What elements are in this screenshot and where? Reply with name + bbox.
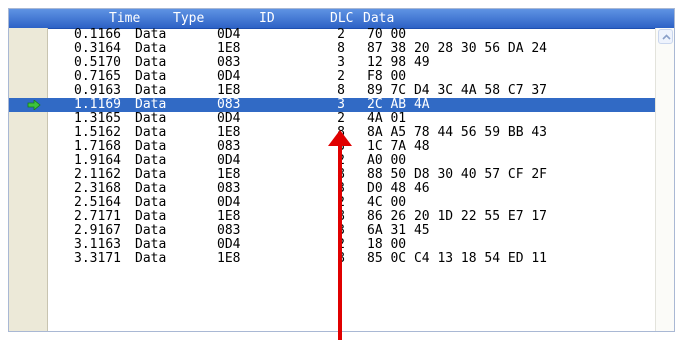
cell-time: 1.1169 [74, 97, 121, 112]
cell-type: Data [135, 41, 167, 56]
cell-data: 88 50 D8 30 40 57 CF 2F [367, 167, 548, 182]
table-header: Time Type ID DLC Data [9, 9, 674, 29]
table-row[interactable]: 0.5170 Data 083 3 12 98 49 [9, 56, 656, 70]
cell-time: 2.5164 [74, 195, 121, 210]
cell-id: 1E8 [217, 83, 241, 98]
cell-time: 0.9163 [74, 83, 121, 98]
cell-type: Data [135, 251, 167, 266]
cell-type: Data [135, 69, 167, 84]
green-arrow-right-icon [27, 100, 41, 110]
cell-dlc: 8 [337, 83, 345, 98]
cell-type: Data [135, 83, 167, 98]
cell-data: 85 0C C4 13 18 54 ED 11 [367, 251, 548, 266]
cell-type: Data [135, 27, 167, 42]
cell-data: 86 26 20 1D 22 55 E7 17 [367, 209, 548, 224]
cell-id: 1E8 [217, 251, 241, 266]
cell-type: Data [135, 167, 167, 182]
cell-type: Data [135, 223, 167, 238]
cell-data: 18 00 [367, 237, 407, 252]
cell-data: 2C AB 4A [367, 97, 430, 112]
cell-time: 1.9164 [74, 153, 121, 168]
cell-data: 89 7C D4 3C 4A 58 C7 37 [367, 83, 548, 98]
cell-type: Data [135, 181, 167, 196]
cell-dlc: 2 [337, 111, 345, 126]
cell-data: 87 38 20 28 30 56 DA 24 [367, 41, 548, 56]
cell-time: 1.3165 [74, 111, 121, 126]
table-row-selected[interactable]: 1.1169 Data 083 3 2C AB 4A [9, 98, 656, 112]
column-header-type[interactable]: Type [173, 9, 204, 28]
table-row[interactable]: 1.3165 Data 0D4 2 4A 01 [9, 112, 656, 126]
cell-id: 0D4 [217, 195, 241, 210]
chevron-up-icon [662, 34, 671, 40]
cell-type: Data [135, 195, 167, 210]
column-header-time[interactable]: Time [109, 9, 140, 28]
cell-time: 0.3164 [74, 41, 121, 56]
cell-id: 0D4 [217, 27, 241, 42]
cell-time: 0.5170 [74, 55, 121, 70]
cell-time: 0.1166 [74, 27, 121, 42]
cell-time: 3.1163 [74, 237, 121, 252]
cell-dlc: 3 [337, 97, 345, 112]
cell-type: Data [135, 209, 167, 224]
cell-data: 1C 7A 48 [367, 139, 430, 154]
cell-type: Data [135, 153, 167, 168]
cell-id: 0D4 [217, 69, 241, 84]
column-header-id[interactable]: ID [259, 9, 275, 28]
cell-id: 083 [217, 139, 241, 154]
table-row[interactable]: 0.3164 Data 1E8 8 87 38 20 28 30 56 DA 24 [9, 42, 656, 56]
table-row[interactable]: 0.7165 Data 0D4 2 F8 00 [9, 70, 656, 84]
cell-type: Data [135, 111, 167, 126]
scroll-up-button[interactable] [658, 29, 673, 44]
column-header-dlc[interactable]: DLC [330, 9, 353, 28]
cell-dlc: 3 [337, 55, 345, 70]
cell-time: 1.7168 [74, 139, 121, 154]
cell-id: 0D4 [217, 237, 241, 252]
cell-time: 2.7171 [74, 209, 121, 224]
cell-id: 083 [217, 55, 241, 70]
cell-type: Data [135, 139, 167, 154]
cell-time: 0.7165 [74, 69, 121, 84]
cell-type: Data [135, 125, 167, 140]
cell-time: 2.1162 [74, 167, 121, 182]
cell-data: 8A A5 78 44 56 59 BB 43 [367, 125, 548, 140]
cell-type: Data [135, 97, 167, 112]
table-row[interactable]: 0.9163 Data 1E8 8 89 7C D4 3C 4A 58 C7 37 [9, 84, 656, 98]
cell-data: 70 00 [367, 27, 407, 42]
cell-data: F8 00 [367, 69, 407, 84]
cell-id: 1E8 [217, 125, 241, 140]
cell-id: 0D4 [217, 111, 241, 126]
cell-id: 083 [217, 181, 241, 196]
vertical-scrollbar[interactable] [655, 28, 674, 331]
red-arrow-up-icon [328, 130, 352, 340]
cell-time: 2.3168 [74, 181, 121, 196]
cell-dlc: 2 [337, 69, 345, 84]
cell-data: 4C 00 [367, 195, 407, 210]
table-row[interactable]: 0.1166 Data 0D4 2 70 00 [9, 28, 656, 42]
cell-time: 1.5162 [74, 125, 121, 140]
cell-id: 1E8 [217, 167, 241, 182]
cell-dlc: 8 [337, 41, 345, 56]
cell-id: 0D4 [217, 153, 241, 168]
cell-data: 4A 01 [367, 111, 407, 126]
cell-data: D0 48 46 [367, 181, 430, 196]
cell-time: 2.9167 [74, 223, 121, 238]
cell-type: Data [135, 237, 167, 252]
column-header-data[interactable]: Data [363, 9, 394, 28]
cell-data: A0 00 [367, 153, 407, 168]
cell-dlc: 2 [337, 27, 345, 42]
cell-id: 083 [217, 97, 241, 112]
cell-time: 3.3171 [74, 251, 121, 266]
cell-id: 1E8 [217, 41, 241, 56]
cell-type: Data [135, 55, 167, 70]
cell-id: 083 [217, 223, 241, 238]
cell-data: 6A 31 45 [367, 223, 430, 238]
cell-id: 1E8 [217, 209, 241, 224]
cell-data: 12 98 49 [367, 55, 430, 70]
